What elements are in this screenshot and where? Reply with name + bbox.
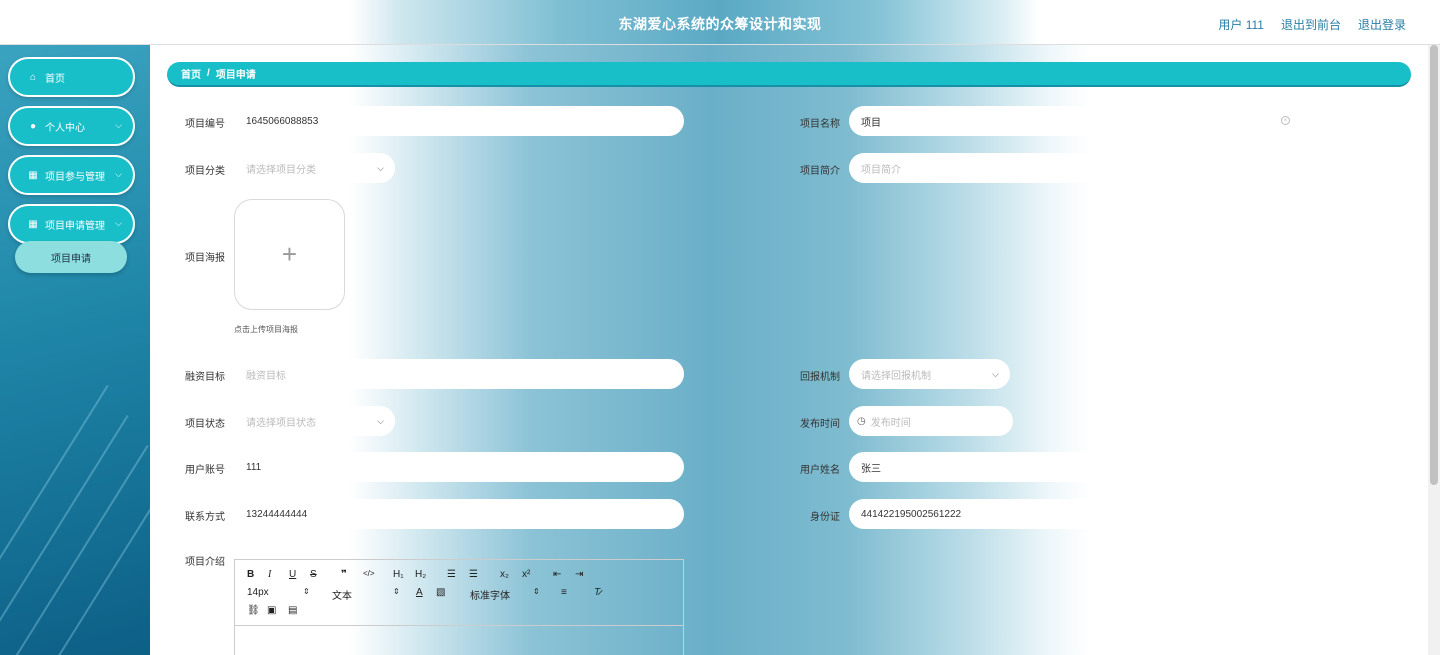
- font-size-select[interactable]: 14px: [247, 587, 269, 598]
- sidebar-item-label: 个人中心: [45, 122, 85, 134]
- project-name-input[interactable]: 项目: [849, 106, 1299, 136]
- bold-icon[interactable]: B: [247, 569, 254, 580]
- category-placeholder: 请选择项目分类: [246, 164, 316, 176]
- breadcrumb: 首页 / 项目申请: [167, 62, 1411, 87]
- chevron-updown-icon: ⇕: [393, 587, 400, 596]
- scrollbar-thumb[interactable]: [1430, 45, 1438, 485]
- grid-icon: ▦: [28, 218, 38, 230]
- sidebar-item-participation[interactable]: ▦ 项目参与管理 ⌵: [8, 155, 135, 195]
- clock-icon: ◷: [857, 415, 866, 427]
- breadcrumb-current: 项目申请: [215, 70, 256, 81]
- funding-goal-input[interactable]: 融资目标: [234, 359, 684, 389]
- align-icon[interactable]: ≡: [561, 587, 567, 598]
- chevron-down-icon: ⌵: [377, 162, 384, 173]
- poster-upload-tip: 点击上传项目海报: [234, 325, 298, 334]
- link-icon[interactable]: ⛓: [247, 605, 260, 616]
- sidebar-item-application[interactable]: ▦ 项目申请管理 ⌵: [8, 204, 135, 244]
- intro-label: 项目介绍: [185, 557, 225, 568]
- editor-toolbar: B I U S ❞ </> H₁ H₂ ☰ ☰ x₂ x² ⇤ ⇥ 14px ⇕…: [235, 560, 683, 626]
- circle-close-icon[interactable]: ×: [1281, 116, 1290, 125]
- text-type-select[interactable]: 文本: [332, 587, 352, 602]
- page-scrollbar[interactable]: [1428, 45, 1440, 655]
- outdent-icon[interactable]: ⇤: [553, 569, 561, 580]
- return-mechanism-select[interactable]: 请选择回报机制 ⌵: [849, 359, 1010, 389]
- user-account-input[interactable]: 111: [234, 452, 684, 482]
- id-card-input[interactable]: 441422195002561222: [849, 499, 1249, 529]
- poster-upload[interactable]: +: [234, 199, 345, 310]
- chevron-down-icon: ⌵: [377, 415, 384, 426]
- category-label: 项目分类: [185, 166, 225, 177]
- italic-icon[interactable]: I: [268, 569, 271, 580]
- summary-label: 项目简介: [800, 166, 840, 177]
- breadcrumb-home[interactable]: 首页: [181, 66, 201, 81]
- chevron-down-icon: ⌵: [115, 120, 122, 130]
- sidebar-item-label: 项目参与管理: [45, 171, 105, 183]
- sidebar: ⌂ 首页 ● 个人中心 ⌵ ▦ 项目参与管理 ⌵ ▦ 项目申请管理 ⌵ 项目申请: [0, 45, 150, 655]
- publish-time-picker[interactable]: ◷ 发布时间: [849, 406, 1013, 436]
- project-no-label: 项目编号: [185, 119, 225, 130]
- user-label[interactable]: 用户 111: [1218, 16, 1264, 33]
- user-account-label: 用户账号: [185, 465, 225, 476]
- sidebar-item-label: 项目申请管理: [45, 220, 105, 232]
- background-color-icon[interactable]: ▧: [436, 587, 445, 598]
- superscript-icon[interactable]: x²: [522, 569, 530, 580]
- user-name-label: 用户姓名: [800, 465, 840, 476]
- summary-input[interactable]: 项目简介: [849, 153, 1249, 183]
- project-name-label: 项目名称: [800, 119, 840, 130]
- indent-icon[interactable]: ⇥: [575, 569, 583, 580]
- underline-icon[interactable]: U: [289, 569, 296, 580]
- ordered-list-icon[interactable]: ☰: [447, 569, 456, 580]
- category-select[interactable]: 请选择项目分类 ⌵: [234, 153, 395, 183]
- publish-time-label: 发布时间: [800, 419, 840, 430]
- logout-link[interactable]: 退出登录: [1358, 16, 1406, 33]
- chevron-updown-icon: ⇕: [303, 587, 310, 596]
- grid-icon: ▦: [28, 169, 38, 181]
- sidebar-item-personal-center[interactable]: ● 个人中心 ⌵: [8, 106, 135, 146]
- video-icon[interactable]: ▤: [288, 605, 297, 616]
- h2-icon[interactable]: H₂: [415, 569, 426, 580]
- return-mechanism-label: 回报机制: [800, 372, 840, 383]
- font-color-icon[interactable]: A: [416, 587, 423, 598]
- publish-time-placeholder: 发布时间: [870, 417, 911, 429]
- chevron-updown-icon: ⇕: [533, 587, 540, 596]
- h1-icon[interactable]: H₁: [393, 569, 404, 580]
- rich-text-editor[interactable]: B I U S ❞ </> H₁ H₂ ☰ ☰ x₂ x² ⇤ ⇥ 14px ⇕…: [234, 559, 684, 655]
- top-bar: 东湖爱心系统的众筹设计和实现 用户 111 退出到前台 退出登录: [0, 0, 1440, 45]
- strike-icon[interactable]: S: [310, 569, 317, 580]
- sidebar-item-label: 首页: [45, 73, 65, 85]
- contact-label: 联系方式: [185, 512, 225, 523]
- user-name-input[interactable]: 张三: [849, 452, 1249, 482]
- submenu-item-apply[interactable]: 项目申请: [15, 241, 127, 273]
- decor-streak: [0, 384, 109, 607]
- plus-icon: +: [281, 239, 298, 269]
- funding-goal-label: 融资目标: [185, 372, 225, 383]
- sidebar-item-home[interactable]: ⌂ 首页: [8, 57, 135, 97]
- id-card-label: 身份证: [810, 512, 840, 523]
- return-mechanism-placeholder: 请选择回报机制: [861, 370, 931, 382]
- home-icon: ⌂: [29, 71, 37, 83]
- chevron-down-icon: ⌵: [115, 218, 122, 228]
- decor-streak: [39, 464, 150, 655]
- top-links: 用户 111 退出到前台 退出登录: [1218, 16, 1406, 33]
- subscript-icon[interactable]: x₂: [500, 569, 509, 580]
- project-no-input[interactable]: 1645066088853: [234, 106, 684, 136]
- back-to-front-link[interactable]: 退出到前台: [1281, 16, 1341, 33]
- contact-input[interactable]: 13244444444: [234, 499, 684, 529]
- status-select[interactable]: 请选择项目状态 ⌵: [234, 406, 395, 436]
- font-family-select[interactable]: 标准字体: [470, 587, 510, 602]
- status-label: 项目状态: [185, 419, 225, 430]
- chevron-down-icon: ⌵: [115, 169, 122, 179]
- main-content: 首页 / 项目申请 项目编号 1645066088853 项目名称 项目 × 项…: [150, 45, 1428, 655]
- code-icon[interactable]: </>: [363, 569, 375, 578]
- chevron-down-icon: ⌵: [992, 368, 999, 379]
- bullet-list-icon[interactable]: ☰: [469, 569, 478, 580]
- quote-icon[interactable]: ❞: [341, 569, 347, 580]
- image-icon[interactable]: ▣: [267, 605, 276, 616]
- poster-label: 项目海报: [185, 253, 225, 264]
- status-placeholder: 请选择项目状态: [246, 417, 316, 429]
- user-icon: ●: [29, 120, 37, 132]
- breadcrumb-separator: /: [207, 68, 210, 79]
- clear-format-icon[interactable]: T̷: [594, 587, 600, 598]
